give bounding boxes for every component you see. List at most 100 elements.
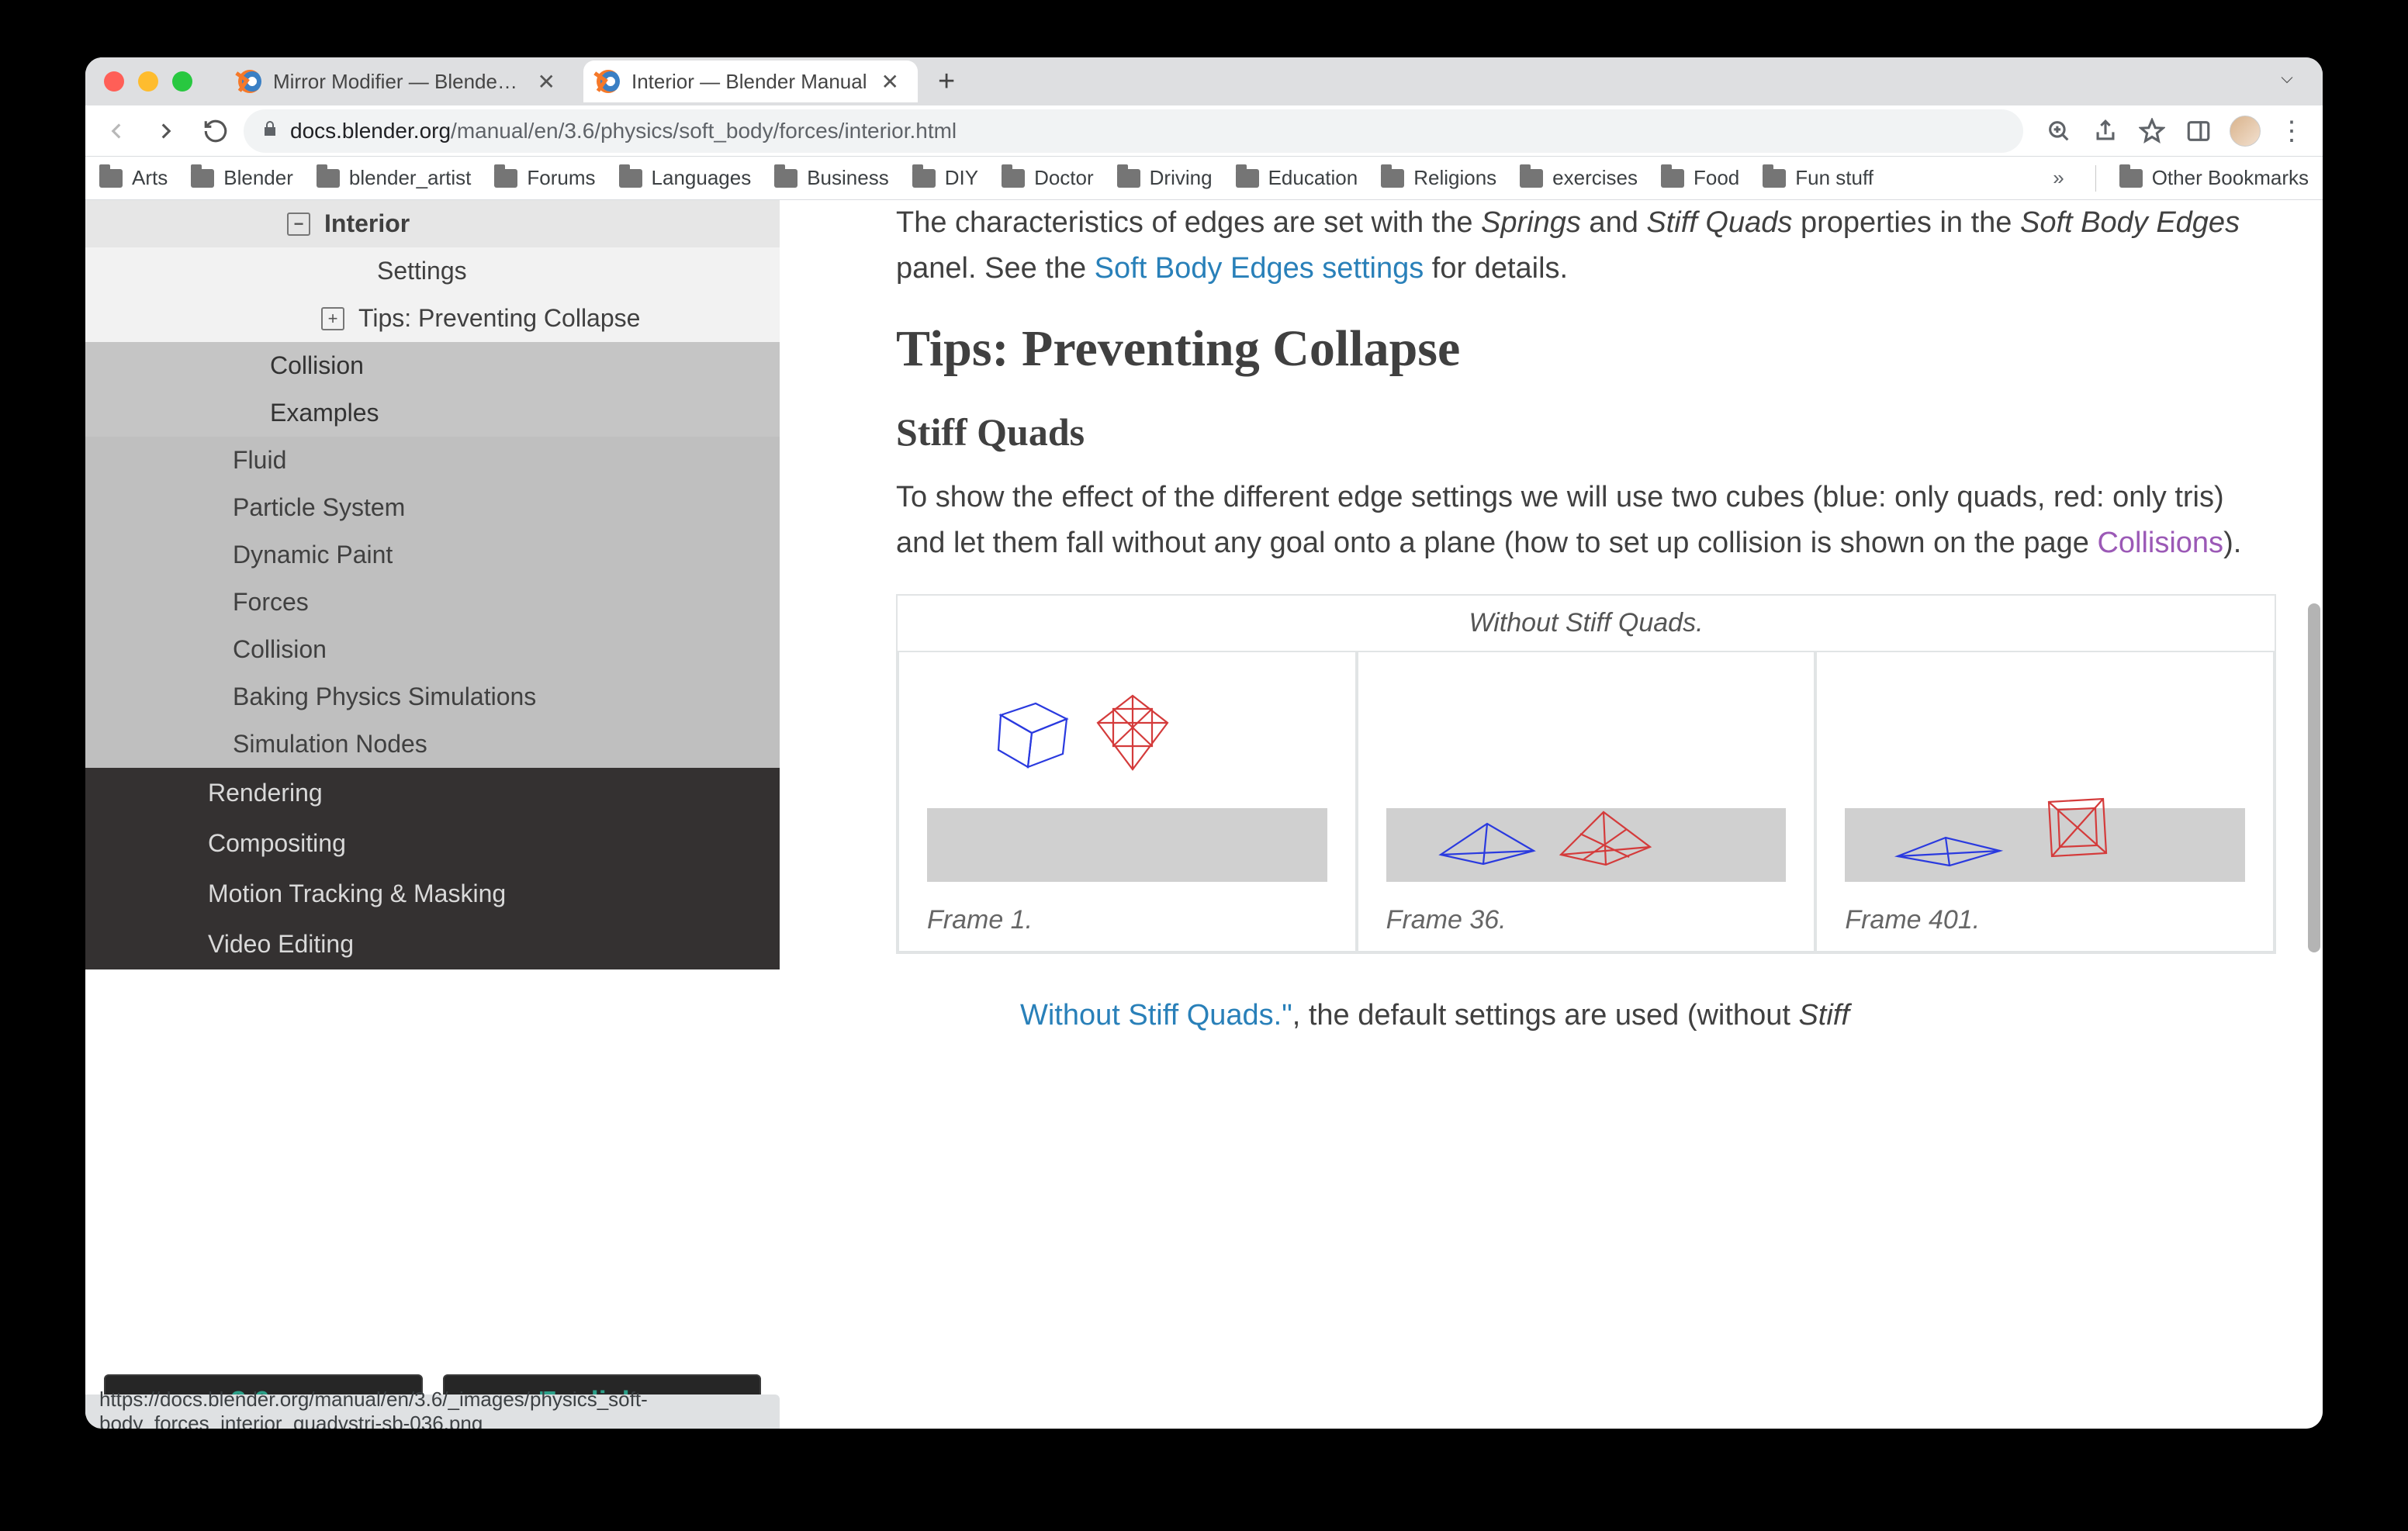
collapse-icon[interactable]: − [287,213,310,236]
expand-icon[interactable]: + [321,307,344,330]
link-figure-ref[interactable]: Without Stiff Quads." [1020,999,1292,1032]
nav-label: Forces [233,588,309,617]
figure-image[interactable] [1386,680,1787,882]
nav-label: Collision [270,351,364,380]
url-host: docs.blender.org [290,119,451,143]
nav-item[interactable]: Video Editing [85,919,780,969]
bookmark-folder[interactable]: exercises [1520,166,1638,190]
nav-label: Motion Tracking & Masking [208,880,506,908]
bookmark-folder[interactable]: Business [774,166,889,190]
side-panel-icon[interactable] [2177,109,2220,153]
fullscreen-window-button[interactable] [172,71,192,92]
browser-window: Mirror Modifier — Blender Man… ✕ Interio… [85,57,2323,1429]
ground-plane [927,808,1327,882]
minimize-window-button[interactable] [138,71,158,92]
scrollbar-thumb[interactable] [2308,603,2320,952]
bookmark-label: Blender [223,166,293,190]
nav-item-collision[interactable]: Collision [85,342,780,389]
nav-item[interactable]: Particle System [85,484,780,531]
nav-item-tips[interactable]: + Tips: Preventing Collapse [85,295,780,342]
window-controls [96,71,216,92]
bookmark-folder[interactable]: Driving [1117,166,1213,190]
nav-label: Dynamic Paint [233,541,393,569]
folder-icon [1117,169,1140,188]
nav-tree: − Interior Settings + Tips: Preventing C… [85,200,780,1063]
tab-strip: Mirror Modifier — Blender Man… ✕ Interio… [85,57,2323,105]
figure-cell: Frame 36. [1357,651,1816,952]
em: Stiff [1798,999,1849,1032]
text: and [1581,206,1647,239]
close-tab-button[interactable]: ✕ [535,69,559,95]
bookmarks-overflow-button[interactable]: » [2053,166,2071,190]
bookmark-folder[interactable]: blender_artist [317,166,472,190]
url-path: /manual/en/3.6/physics/soft_body/forces/… [451,119,957,143]
toolbar-right: ⋮ [2029,109,2313,153]
link-soft-body-edges[interactable]: Soft Body Edges settings [1095,252,1424,285]
bookmark-folder[interactable]: Education [1236,166,1358,190]
bookmark-star-icon[interactable] [2130,109,2174,153]
folder-icon [619,169,642,188]
nav-item[interactable]: Compositing [85,818,780,869]
new-tab-button[interactable]: + [927,65,966,98]
folder-icon [1236,169,1259,188]
nav-item[interactable]: Collision [85,626,780,673]
bookmark-folder[interactable]: Blender [191,166,293,190]
wireframe-cube-red [1086,692,1179,781]
close-tab-button[interactable]: ✕ [877,69,901,95]
nav-label: Simulation Nodes [233,730,427,759]
menu-button[interactable]: ⋮ [2270,109,2313,153]
bookmark-folder[interactable]: DIY [912,166,978,190]
link-collisions[interactable]: Collisions [2097,527,2223,559]
tabs-overflow-button[interactable] [2276,69,2312,95]
tab-title: Mirror Modifier — Blender Man… [273,70,524,94]
nav-item[interactable]: Dynamic Paint [85,531,780,579]
share-icon[interactable] [2084,109,2127,153]
bookmark-folder[interactable]: Languages [619,166,752,190]
figure-image[interactable] [1845,680,2245,882]
folder-icon [317,169,340,188]
nav-item-examples[interactable]: Examples [85,389,780,437]
bookmark-label: Arts [132,166,168,190]
paragraph: The characteristics of edges are set wit… [896,200,2276,292]
nav-item[interactable]: Forces [85,579,780,626]
bookmark-label: Languages [652,166,752,190]
forward-button[interactable] [144,109,188,153]
nav-item[interactable]: Motion Tracking & Masking [85,869,780,919]
nav-item[interactable]: Simulation Nodes [85,721,780,768]
profile-avatar[interactable] [2223,109,2267,153]
folder-icon [494,169,517,188]
reload-button[interactable] [194,109,237,153]
figure-label: Frame 401. [1845,905,2245,935]
tab-title: Interior — Blender Manual [631,70,867,94]
browser-tab-inactive[interactable]: Mirror Modifier — Blender Man… ✕ [225,60,574,102]
wireframe-collapsed-red [1545,797,1662,874]
nav-item[interactable]: Rendering [85,768,780,818]
address-bar[interactable]: docs.blender.org/manual/en/3.6/physics/s… [244,109,2023,153]
paragraph: To show the effect of the different edge… [896,475,2276,566]
nav-label: Interior [324,209,410,238]
nav-label: Settings [377,257,467,285]
bookmark-folder[interactable]: Fun stuff [1763,166,1873,190]
browser-tab-active[interactable]: Interior — Blender Manual ✕ [583,60,918,102]
url-text: docs.blender.org/manual/en/3.6/physics/s… [290,119,957,143]
nav-item-interior[interactable]: − Interior [85,200,780,247]
em: Soft Body Edges [2020,206,2240,239]
text: properties in the [1792,206,2020,239]
folder-icon [99,169,123,188]
zoom-icon[interactable] [2037,109,2081,153]
bookmark-label: Driving [1150,166,1213,190]
close-window-button[interactable] [104,71,124,92]
bookmark-folder[interactable]: Arts [99,166,168,190]
nav-item[interactable]: Fluid [85,437,780,484]
blender-favicon-icon [237,69,262,94]
bookmark-folder[interactable]: Religions [1381,166,1496,190]
nav-item[interactable]: Baking Physics Simulations [85,673,780,721]
bookmark-folder[interactable]: Forums [494,166,595,190]
other-bookmarks-button[interactable]: Other Bookmarks [2119,166,2309,190]
bookmark-folder[interactable]: Doctor [1002,166,1094,190]
figure-image[interactable] [927,680,1327,882]
nav-item-settings[interactable]: Settings [85,247,780,295]
back-button[interactable] [95,109,138,153]
bookmark-folder[interactable]: Food [1661,166,1739,190]
nav-label: Particle System [233,493,405,522]
